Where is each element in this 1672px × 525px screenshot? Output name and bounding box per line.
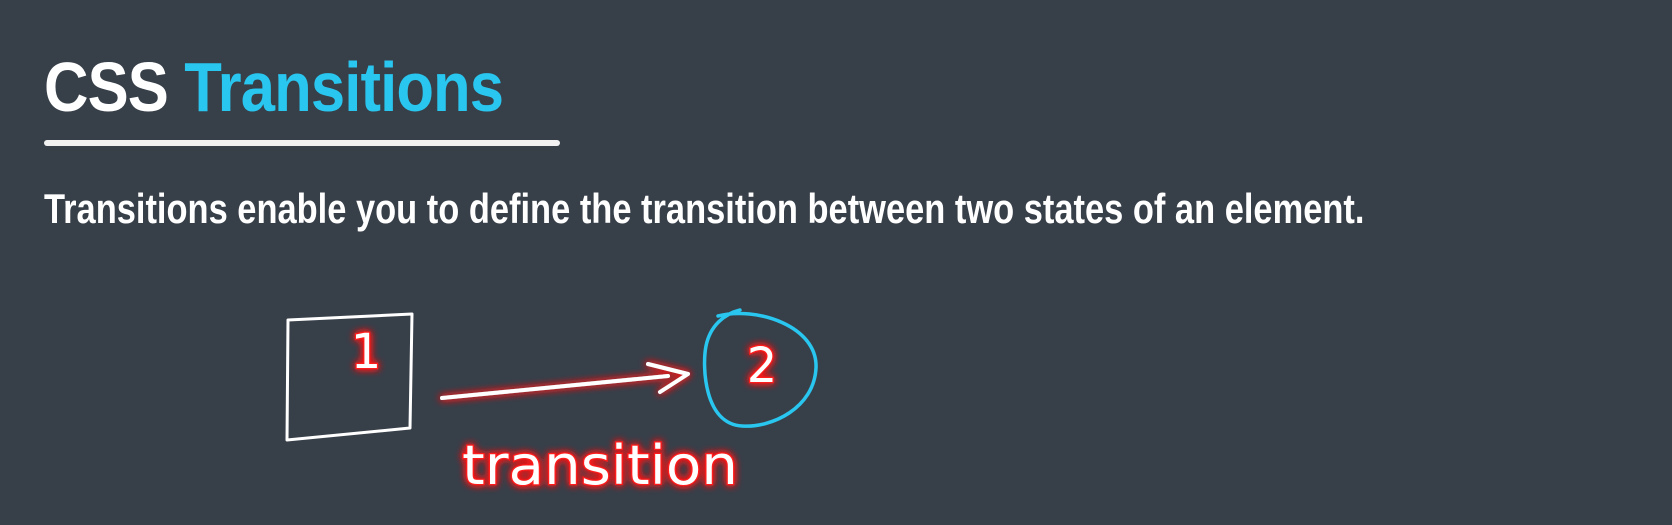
state1-label: 1 <box>351 324 382 380</box>
transition-arrow <box>440 362 690 400</box>
state2-label: 2 <box>747 338 778 394</box>
state1-square <box>285 312 414 442</box>
transition-sketch: 1 2 transition <box>285 308 818 498</box>
arrow-label: transition <box>462 434 738 497</box>
